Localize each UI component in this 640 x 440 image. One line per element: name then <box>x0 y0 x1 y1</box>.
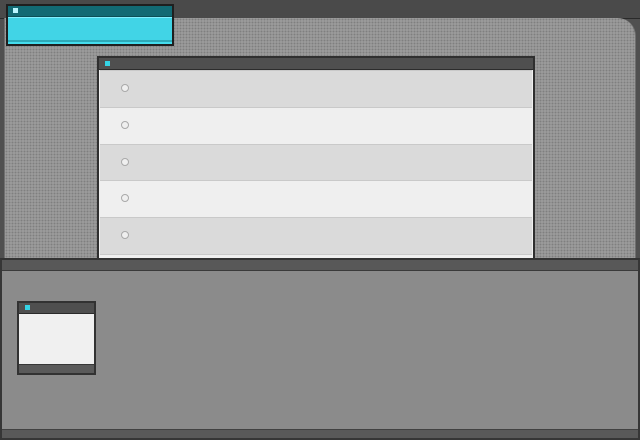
list-item[interactable] <box>100 106 532 144</box>
screen <box>0 0 640 440</box>
window-status-dot-icon <box>105 61 110 66</box>
mini-window[interactable] <box>17 301 96 375</box>
list-item[interactable] <box>100 143 532 181</box>
bottom-panel-topbar <box>2 260 638 271</box>
list-item[interactable] <box>100 70 532 107</box>
window-status-dot-icon <box>25 305 30 310</box>
title-chip[interactable] <box>6 4 174 46</box>
title-chip-content <box>8 17 172 42</box>
radio-button-icon[interactable] <box>121 120 129 129</box>
radio-button-icon[interactable] <box>121 157 129 166</box>
list-item[interactable] <box>100 180 532 218</box>
bottom-panel-bottombar <box>2 429 638 438</box>
title-chip-bar <box>8 6 172 17</box>
mini-window-bottombar <box>19 364 94 373</box>
radio-button-icon[interactable] <box>121 84 129 92</box>
radio-button-icon[interactable] <box>121 231 129 240</box>
bottom-panel <box>0 258 640 440</box>
list-window <box>97 56 535 260</box>
title-chip-dot-icon <box>13 8 18 13</box>
radio-button-icon[interactable] <box>121 194 129 203</box>
radio-list <box>100 70 532 258</box>
list-item[interactable] <box>100 217 532 254</box>
mini-window-titlebar <box>19 303 94 314</box>
list-window-titlebar <box>99 58 533 70</box>
